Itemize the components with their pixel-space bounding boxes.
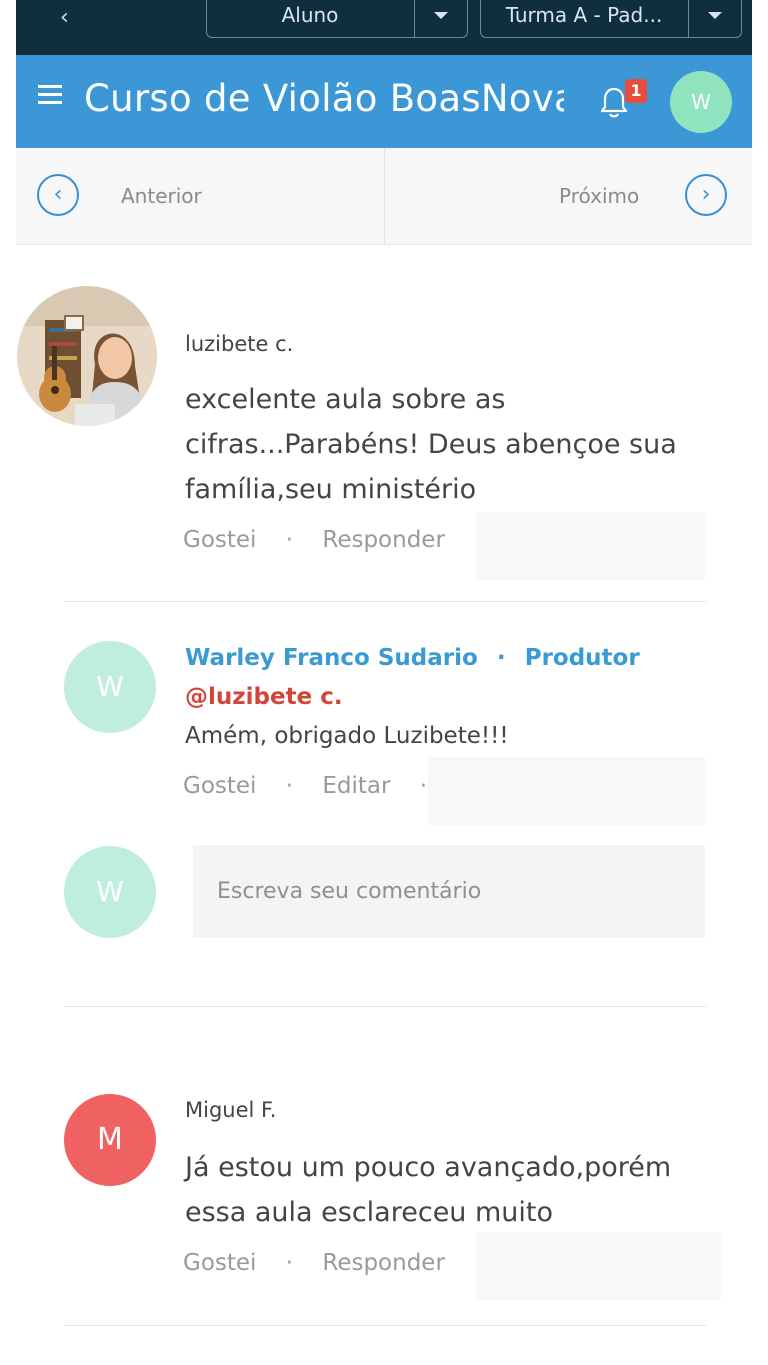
- composer-avatar: W: [64, 846, 156, 938]
- chevron-down-icon[interactable]: [414, 0, 467, 37]
- reply-actions: Gostei · Editar ·: [183, 773, 427, 799]
- app-header: Curso de Violão BoasNova 1 W: [16, 55, 752, 148]
- comment-actions: Gostei · Responder: [183, 1250, 445, 1276]
- separator-dot: ·: [419, 773, 428, 799]
- like-button[interactable]: Gostei: [183, 1250, 256, 1276]
- separator-dot: ·: [285, 1250, 294, 1276]
- reply-button[interactable]: Responder: [322, 1250, 445, 1276]
- comment-line: essa aula esclareceu muito: [185, 1197, 554, 1228]
- commenter-photo-avatar: [17, 286, 157, 426]
- comment-input[interactable]: [193, 845, 705, 938]
- reply-author: Warley Franco Sudario: [185, 645, 478, 671]
- divider: [64, 1325, 707, 1326]
- like-button[interactable]: Gostei: [183, 527, 256, 553]
- comment-author: Miguel F.: [185, 1098, 277, 1122]
- separator-dot: ·: [496, 645, 506, 671]
- comment-line: Já estou um pouco avançado,porém: [185, 1152, 672, 1183]
- separator-dot: ·: [285, 527, 294, 553]
- separator-dot: ·: [285, 773, 294, 799]
- class-select-value: Turma A - Pad...: [505, 3, 663, 27]
- reply-button[interactable]: Responder: [322, 527, 445, 553]
- chevron-down-icon[interactable]: [688, 0, 741, 37]
- next-icon[interactable]: ›: [685, 174, 727, 216]
- course-title: Curso de Violão BoasNova: [84, 77, 564, 120]
- comment-author: luzibete c.: [185, 332, 294, 356]
- previous-button[interactable]: Anterior: [121, 184, 202, 208]
- comment-line: cifras...Parabéns! Deus abençoe sua: [185, 429, 677, 460]
- action-placeholder: [476, 512, 705, 580]
- comment-line: família,seu ministério: [185, 474, 477, 505]
- previous-icon[interactable]: ‹: [37, 174, 79, 216]
- comment-line: excelente aula sobre as: [185, 384, 506, 415]
- user-avatar[interactable]: W: [670, 71, 732, 133]
- reply-mention[interactable]: @luzibete c.: [185, 684, 343, 710]
- comment-body: Já estou um pouco avançado,porém essa au…: [185, 1145, 725, 1235]
- commenter-avatar: M: [64, 1094, 156, 1186]
- divider: [64, 601, 707, 602]
- role-select-value: Aluno: [281, 3, 339, 27]
- reply-header: Warley Franco Sudario · Produtor: [185, 645, 640, 671]
- reply-body: Amém, obrigado Luzibete!!!: [185, 723, 509, 749]
- reply-role-badge: Produtor: [524, 645, 640, 671]
- action-placeholder: [428, 757, 705, 825]
- chevron-left-icon[interactable]: ‹: [60, 5, 69, 30]
- like-button[interactable]: Gostei: [183, 773, 256, 799]
- class-select[interactable]: Turma A - Pad...: [480, 0, 742, 38]
- comment-body: excelente aula sobre as cifras...Parabén…: [185, 377, 725, 512]
- next-button[interactable]: Próximo: [559, 184, 639, 208]
- nav-divider: [384, 148, 385, 244]
- action-placeholder: [476, 1232, 721, 1300]
- divider: [64, 1006, 707, 1007]
- reply-avatar: W: [64, 641, 156, 733]
- top-bar: ‹ Aluno Turma A - Pad...: [16, 0, 752, 55]
- lesson-nav: ‹ Anterior Próximo ›: [16, 148, 752, 245]
- comment-actions: Gostei · Responder: [183, 527, 445, 553]
- notification-badge: 1: [625, 79, 647, 103]
- menu-icon[interactable]: [38, 93, 62, 96]
- role-select[interactable]: Aluno: [206, 0, 468, 38]
- edit-button[interactable]: Editar: [322, 773, 390, 799]
